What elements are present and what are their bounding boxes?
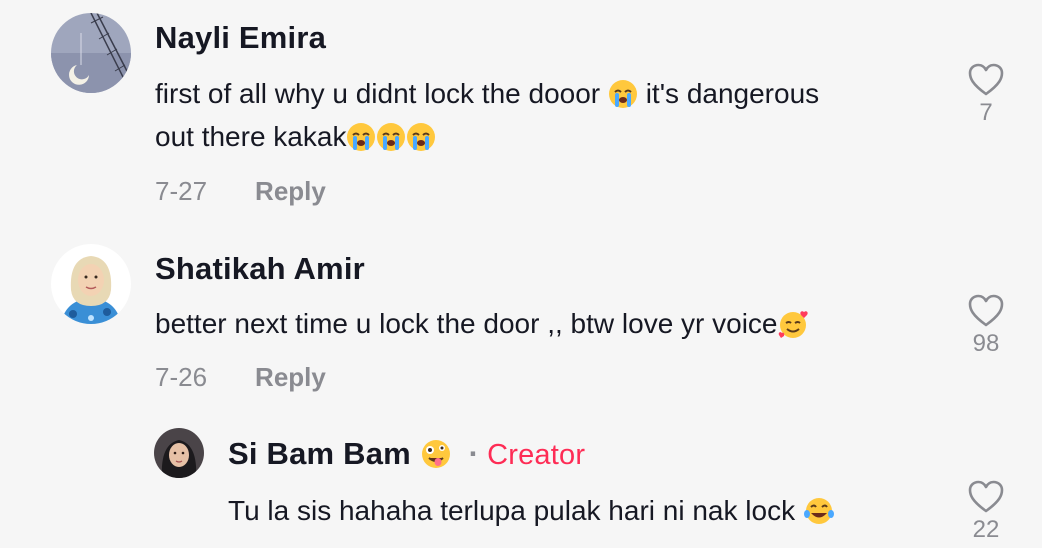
like-count: 7 xyxy=(979,99,993,126)
comment-meta: 7-26 Reply xyxy=(155,362,326,393)
username[interactable]: Si Bam Bam xyxy=(228,436,411,471)
heart-icon xyxy=(968,63,1004,96)
like-count: 22 xyxy=(972,516,1000,543)
like-button[interactable]: 22 xyxy=(956,480,1016,544)
reply-text: Tu la sis hahaha terlupa pulak hari ni n… xyxy=(228,489,835,539)
reply-button[interactable]: Reply xyxy=(255,362,326,392)
moon-tower-avatar-icon xyxy=(51,13,131,93)
comment-text-line2-label: out there kakak xyxy=(155,121,347,152)
smiling-face-with-hearts-icon xyxy=(778,308,810,352)
loudly-crying-face-icon xyxy=(346,121,376,165)
reply-button[interactable]: Reply xyxy=(255,176,326,206)
comment-text-line1-tail: it's dangerous xyxy=(645,78,820,109)
heart-icon xyxy=(968,480,1004,513)
comment-text-line1: first of all why u didnt lock the dooor xyxy=(155,78,601,109)
loudly-crying-face-icon xyxy=(376,121,406,165)
zany-face-icon xyxy=(420,438,452,478)
like-button[interactable]: 7 xyxy=(956,63,1016,127)
loudly-crying-face-icon xyxy=(406,121,436,165)
creator-avatar-icon xyxy=(154,428,204,478)
like-count: 98 xyxy=(972,330,1000,357)
username[interactable]: Nayli Emira xyxy=(155,20,326,56)
badge-separator: · xyxy=(468,436,480,471)
like-button[interactable]: 98 xyxy=(956,294,1016,358)
comment-text: better next time u lock the door ,, btw … xyxy=(155,302,810,352)
comment-text-line1: better next time u lock the door ,, btw … xyxy=(155,308,778,339)
avatar[interactable] xyxy=(154,428,204,478)
comment-date: 7-26 xyxy=(155,362,208,392)
avatar[interactable] xyxy=(51,13,131,93)
loudly-crying-face-icon xyxy=(608,78,638,122)
reply-text-label: Tu la sis hahaha terlupa pulak hari ni n… xyxy=(228,495,796,526)
creator-badge: Creator xyxy=(487,439,586,471)
heart-icon xyxy=(968,294,1004,327)
avatar[interactable] xyxy=(51,244,131,324)
comment-meta: 7-27 Reply xyxy=(155,176,326,207)
comment-text-line2: out there kakak xyxy=(155,115,436,165)
comment-date: 7-27 xyxy=(155,176,208,206)
tears-of-joy-icon xyxy=(803,495,835,539)
username[interactable]: Shatikah Amir xyxy=(155,251,365,287)
reply-header: Si Bam Bam · Creator xyxy=(228,436,585,478)
hijab-woman-avatar-icon xyxy=(51,244,131,324)
